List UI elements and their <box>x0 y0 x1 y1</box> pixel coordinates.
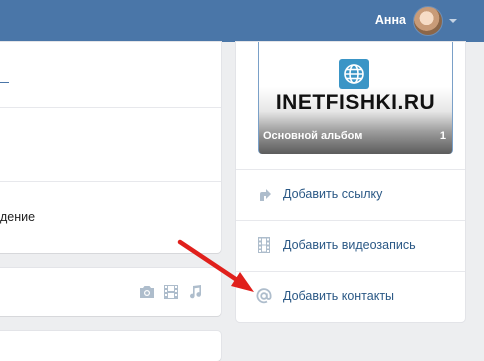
tab-underline <box>0 82 9 83</box>
film-icon <box>256 237 272 253</box>
film-icon[interactable] <box>163 285 179 299</box>
add-link-button[interactable]: Добавить ссылку <box>236 170 465 220</box>
add-contacts-label: Добавить контакты <box>283 289 395 303</box>
globe-icon <box>339 59 369 89</box>
add-video-button[interactable]: Добавить видеозапись <box>236 221 465 271</box>
album-brand-text: INETFISHKI.RU <box>275 91 436 114</box>
at-sign-icon <box>256 288 272 304</box>
link-arrow-icon <box>256 186 272 202</box>
music-icon[interactable] <box>187 285 203 299</box>
chevron-down-icon[interactable] <box>449 19 457 23</box>
camera-icon[interactable] <box>139 285 155 299</box>
top-bar: Анна <box>0 0 484 42</box>
album-count: 1 <box>439 130 446 142</box>
wall-panel <box>0 331 221 361</box>
user-avatar[interactable] <box>413 6 443 36</box>
add-contacts-button[interactable]: Добавить контакты <box>236 272 465 322</box>
album-cover[interactable]: INETFISHKI.RU Основной альбом 1 <box>258 42 453 154</box>
add-link-label: Добавить ссылку <box>283 187 383 201</box>
info-text: дение <box>0 210 36 224</box>
profile-info-panel: дение <box>0 42 221 253</box>
add-video-label: Добавить видеозапись <box>283 238 416 252</box>
user-name[interactable]: Анна <box>375 13 406 27</box>
album-title: Основной альбом <box>263 130 363 142</box>
divider <box>0 107 221 108</box>
post-composer[interactable] <box>0 268 221 316</box>
divider <box>0 181 221 182</box>
